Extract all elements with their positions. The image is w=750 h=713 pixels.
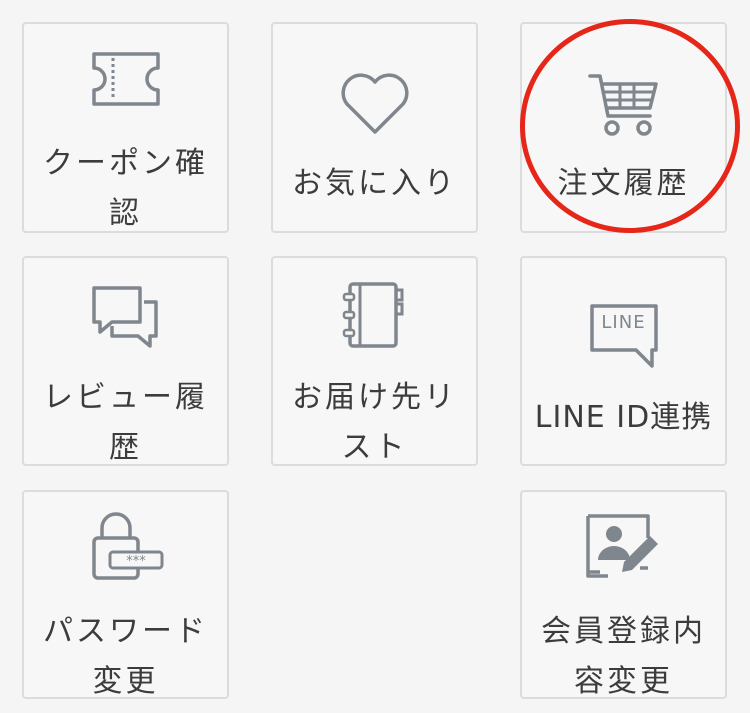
profile-edit-label: 会員登録内容変更 bbox=[541, 614, 706, 699]
line-icon-text: LINE bbox=[601, 312, 646, 333]
profile-edit-icon bbox=[584, 512, 664, 580]
password-tile[interactable]: *** パスワード変更 bbox=[22, 490, 229, 699]
coupon-tile[interactable]: クーポン確認 bbox=[22, 22, 229, 233]
review-history-label: レビュー履歴 bbox=[43, 380, 208, 465]
addresses-label: お届け先リスト bbox=[292, 380, 457, 465]
order-history-tile[interactable]: 注文履歴 bbox=[520, 22, 727, 233]
line-link-tile[interactable]: LINE LINE ID連携 bbox=[520, 256, 727, 466]
favorites-tile[interactable]: お気に入り bbox=[271, 22, 478, 233]
profile-edit-tile[interactable]: 会員登録内容変更 bbox=[520, 490, 727, 699]
password-label: パスワード変更 bbox=[43, 614, 208, 699]
coupon-label: クーポン確認 bbox=[43, 146, 208, 231]
ticket-icon bbox=[88, 50, 164, 108]
addresses-tile[interactable]: お届け先リスト bbox=[271, 256, 478, 466]
chat-bubbles-icon bbox=[90, 284, 162, 352]
line-link-label: LINE ID連携 bbox=[534, 400, 713, 435]
svg-text:***: *** bbox=[126, 554, 146, 569]
cart-icon bbox=[587, 72, 660, 138]
line-bubble-icon: LINE bbox=[588, 302, 660, 372]
favorites-label: お気に入り bbox=[292, 166, 457, 201]
heart-icon bbox=[339, 70, 411, 136]
review-history-tile[interactable]: レビュー履歴 bbox=[22, 256, 229, 466]
address-book-icon bbox=[340, 280, 410, 350]
lock-icon: *** bbox=[86, 510, 166, 582]
order-history-label: 注文履歴 bbox=[557, 166, 690, 201]
